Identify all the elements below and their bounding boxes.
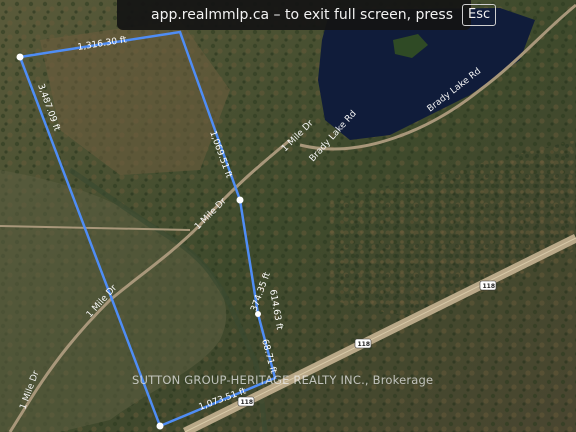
- boundary-vertex-nw[interactable]: [16, 53, 24, 61]
- highway-shield-center: 118: [354, 338, 372, 349]
- boundary-vertex-sw[interactable]: [156, 422, 164, 430]
- svg-text:118: 118: [358, 341, 371, 348]
- fullscreen-notice: app.realmmlp.ca – to exit full screen, p…: [117, 0, 497, 30]
- map-viewer[interactable]: 1,316.30 ft 3,487.09 ft 1,069.51 ft 614.…: [0, 0, 576, 432]
- highway-shield-east: 118: [479, 280, 497, 291]
- boundary-vertex-mid-east[interactable]: [236, 196, 244, 204]
- svg-text:118: 118: [241, 399, 254, 406]
- esc-key-hint: Esc: [462, 4, 497, 26]
- brokerage-watermark: SUTTON GROUP-HERITAGE REALTY INC., Broke…: [132, 373, 434, 387]
- highway-shield-south: 118: [237, 396, 255, 407]
- satellite-map[interactable]: 1,316.30 ft 3,487.09 ft 1,069.51 ft 614.…: [0, 0, 576, 432]
- fullscreen-notice-message: app.realmmlp.ca – to exit full screen, p…: [151, 7, 454, 23]
- svg-text:118: 118: [483, 283, 496, 290]
